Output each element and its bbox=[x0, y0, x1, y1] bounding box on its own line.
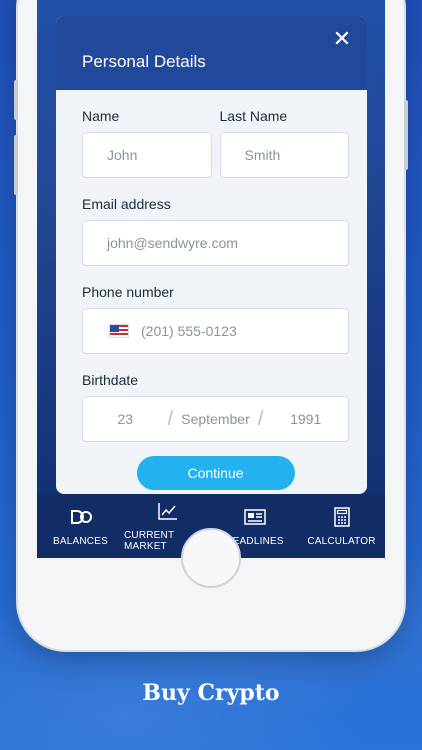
phone-volume-button bbox=[14, 135, 18, 195]
phone-side-button bbox=[14, 80, 18, 120]
last-name-input[interactable]: Smith bbox=[219, 132, 349, 178]
tab-balances[interactable]: BALANCES bbox=[37, 494, 124, 558]
tab-balances-label: BALANCES bbox=[53, 535, 108, 547]
last-name-value: Smith bbox=[244, 147, 281, 163]
close-icon[interactable]: ✕ bbox=[331, 28, 353, 50]
home-button[interactable] bbox=[181, 528, 241, 588]
tab-calculator[interactable]: CALCULATOR bbox=[298, 494, 385, 558]
tab-calculator-label: CALCULATOR bbox=[307, 535, 376, 547]
form-body: Name John Last Name Smith Email address … bbox=[56, 90, 367, 490]
name-row: Name John Last Name Smith bbox=[82, 108, 349, 178]
email-label: Email address bbox=[82, 196, 171, 212]
birth-month-value[interactable]: September bbox=[173, 411, 258, 427]
modal-title: Personal Details bbox=[82, 52, 206, 71]
first-name-input[interactable]: John bbox=[82, 132, 212, 178]
calculator-icon bbox=[333, 506, 350, 528]
name-label: Name bbox=[82, 108, 120, 124]
phone-label: Phone number bbox=[82, 284, 174, 300]
balances-icon bbox=[70, 506, 92, 528]
phone-frame: Personal Details ✕ Name John Last Name S… bbox=[14, 0, 408, 650]
modal-header: Personal Details ✕ bbox=[56, 16, 367, 90]
newspaper-icon bbox=[243, 506, 266, 528]
continue-button[interactable]: Continue bbox=[136, 456, 295, 490]
birthdate-label: Birthdate bbox=[82, 372, 139, 388]
last-name-label: Last Name bbox=[219, 108, 288, 124]
phone-power-button bbox=[404, 100, 408, 170]
birth-day-value[interactable]: 23 bbox=[83, 411, 168, 427]
first-name-value: John bbox=[107, 147, 138, 163]
personal-details-modal: Personal Details ✕ Name John Last Name S… bbox=[56, 16, 367, 494]
birthdate-input[interactable]: 23 / September / 1991 bbox=[82, 396, 349, 442]
app-screen: Personal Details ✕ Name John Last Name S… bbox=[37, 0, 385, 558]
phone-input[interactable]: (201) 555-0123 bbox=[82, 308, 349, 354]
email-value: john@sendwyre.com bbox=[107, 235, 238, 251]
chart-icon bbox=[157, 500, 178, 522]
email-input[interactable]: john@sendwyre.com bbox=[82, 220, 349, 266]
phone-value: (201) 555-0123 bbox=[141, 323, 237, 339]
caption-text: Buy Crypto bbox=[142, 680, 280, 706]
birth-year-value[interactable]: 1991 bbox=[263, 411, 348, 427]
us-flag-icon[interactable] bbox=[109, 324, 129, 338]
